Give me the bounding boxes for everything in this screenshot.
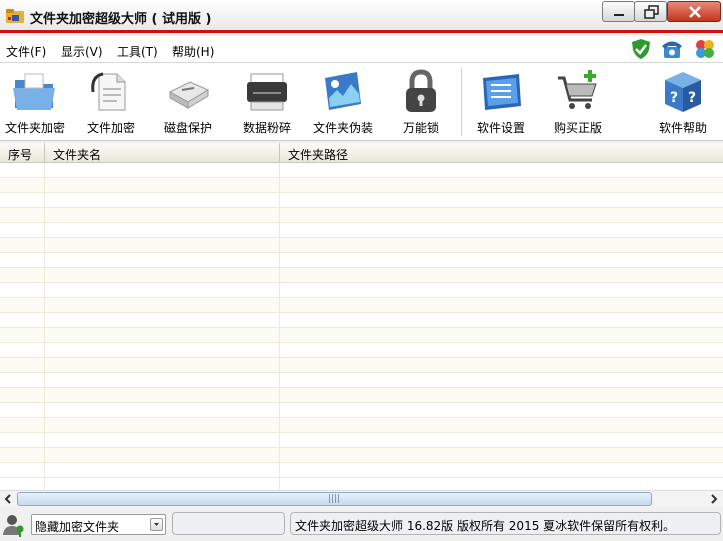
title-bar: 文件夹加密超级大师 ( 试用版 ) [0,0,723,33]
folder-disguise-icon [325,72,361,110]
universal-lock-button[interactable]: 万能锁 [390,63,452,139]
view-mode-value: 隐藏加密文件夹 [35,520,120,534]
svg-text:?: ? [688,90,696,106]
table-row[interactable] [0,418,723,433]
help-cube-icon: ? ? [665,72,701,112]
menu-help[interactable]: 帮助(H) [172,43,214,60]
folder-lock-app-icon [6,9,24,23]
padlock-icon [406,69,436,112]
folder-list-table[interactable]: 序号 文件夹名 文件夹路径 [0,143,723,490]
dropdown-button[interactable] [150,518,163,531]
table-row[interactable] [0,268,723,283]
chevron-down-icon [154,523,159,526]
menu-bar: 文件(F) 显示(V) 工具(T) 帮助(H) [0,36,723,63]
close-icon [689,6,701,18]
toolbar: 文件夹加密 文件加密 磁盘保护 数据粉碎 文件夹伪装 万能锁 软件设置 购买正版… [0,63,723,141]
universal-lock-label: 万能锁 [402,121,439,135]
buy-label: 购买正版 [553,121,602,135]
folder-encrypt-icon [13,73,55,110]
folder-encrypt-button[interactable]: 文件夹加密 [0,63,70,139]
close-button[interactable] [667,1,721,22]
help-button[interactable]: ? ? 软件帮助 [652,63,714,139]
shield-check-icon[interactable] [630,38,652,60]
table-row[interactable] [0,253,723,268]
toolbar-separator [461,68,462,136]
scrollbar-thumb[interactable]: |||| [17,492,652,506]
table-row[interactable] [0,193,723,208]
table-row[interactable] [0,223,723,238]
folder-disguise-label: 文件夹伪装 [312,121,373,135]
grid-line [279,163,280,490]
status-panel-empty [172,512,285,535]
settings-panel-icon [483,74,521,110]
copyright-panel: 文件夹加密超级大师 16.82版 版权所有 2015 夏冰软件保留所有权利。 [290,512,721,535]
menu-view[interactable]: 显示(V) [61,43,103,60]
grid-line [44,163,45,490]
column-folder-path[interactable]: 文件夹路径 [288,146,348,163]
puzzle-icon[interactable] [694,38,716,60]
table-row[interactable] [0,313,723,328]
user-key-icon[interactable] [2,513,26,537]
table-row[interactable] [0,373,723,388]
restore-button[interactable] [634,1,667,22]
buy-button[interactable]: 购买正版 [547,63,609,139]
disk-protect-label: 磁盘保护 [163,121,212,135]
table-row[interactable] [0,358,723,373]
settings-label: 软件设置 [476,121,525,135]
view-mode-select[interactable]: 隐藏加密文件夹 [31,514,166,535]
table-row[interactable] [0,433,723,448]
menu-tools[interactable]: 工具(T) [117,43,158,60]
minimize-icon [614,14,624,16]
shopping-cart-icon [558,70,597,109]
table-header: 序号 文件夹名 文件夹路径 [0,143,723,163]
table-row[interactable] [0,343,723,358]
table-row[interactable] [0,388,723,403]
table-row[interactable] [0,208,723,223]
table-row[interactable] [0,448,723,463]
svg-text:?: ? [670,90,678,106]
menu-file[interactable]: 文件(F) [6,43,46,60]
horizontal-scrollbar[interactable]: |||| [0,490,723,507]
scroll-grip-icon: |||| [328,494,341,504]
table-row[interactable] [0,178,723,193]
restore-icon [644,5,659,19]
status-bar: 隐藏加密文件夹 文件夹加密超级大师 16.82版 版权所有 2015 夏冰软件保… [0,507,723,541]
window-title: 文件夹加密超级大师 ( 试用版 ) [30,12,212,27]
file-encrypt-icon [91,72,126,111]
file-encrypt-button[interactable]: 文件加密 [80,63,142,139]
scroll-right-icon[interactable] [706,492,721,506]
data-shred-label: 数据粉碎 [242,121,291,135]
folder-encrypt-label: 文件夹加密 [4,121,65,135]
table-row[interactable] [0,298,723,313]
copyright-text: 文件夹加密超级大师 16.82版 版权所有 2015 夏冰软件保留所有权利。 [295,519,676,533]
column-divider[interactable] [44,143,45,163]
data-shred-button[interactable]: 数据粉碎 [236,63,298,139]
column-index[interactable]: 序号 [8,146,32,163]
table-row[interactable] [0,238,723,253]
table-row[interactable] [0,463,723,478]
help-label: 软件帮助 [658,121,707,135]
telephone-icon[interactable] [661,38,683,60]
file-encrypt-label: 文件加密 [86,121,135,135]
table-row[interactable] [0,403,723,418]
column-folder-name[interactable]: 文件夹名 [53,146,101,163]
usb-drive-icon [168,81,210,109]
minimize-button[interactable] [602,1,635,22]
folder-disguise-button[interactable]: 文件夹伪装 [310,63,376,139]
column-divider[interactable] [279,143,280,163]
shredder-icon [247,73,287,111]
settings-button[interactable]: 软件设置 [470,63,532,139]
table-row[interactable] [0,283,723,298]
disk-protect-button[interactable]: 磁盘保护 [157,63,219,139]
table-row[interactable] [0,328,723,343]
scroll-left-icon[interactable] [1,492,16,506]
table-row[interactable] [0,163,723,178]
